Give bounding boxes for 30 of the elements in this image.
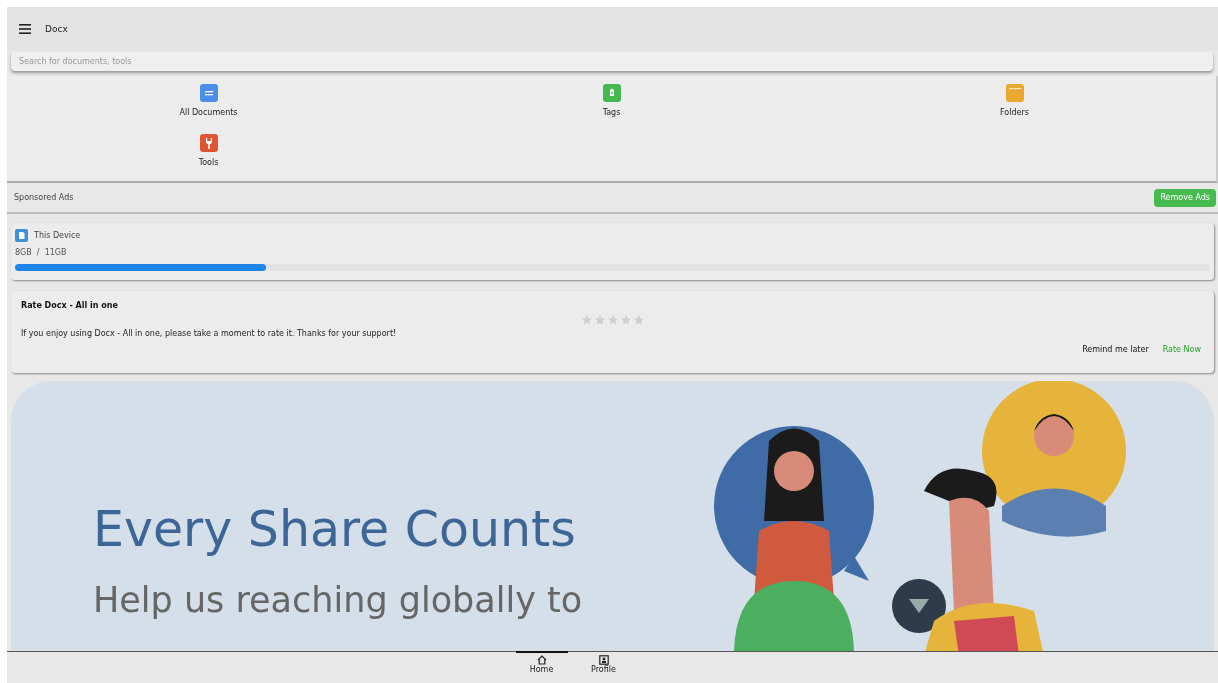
shortcut-item[interactable]: Folders [984, 84, 1045, 134]
ads-label: Sponsored Ads [14, 193, 74, 202]
rating-message: If you enjoy using Docx - All in one, please take a moment to rate it. Thanks for your support! [21, 329, 398, 338]
nav-tab[interactable]: Profile [577, 651, 630, 676]
shortcut-label: All Documents [179, 108, 238, 117]
device-icon [15, 229, 28, 242]
profile-icon [598, 655, 609, 665]
star-icon[interactable] [606, 314, 619, 326]
search-field[interactable]: Search for documents, tools [11, 52, 1213, 71]
shortcut-item[interactable]: Tags [581, 84, 642, 134]
star-icon[interactable] [619, 314, 632, 326]
app-title: Docx [45, 23, 68, 34]
shortcut-item[interactable]: Tools [178, 134, 239, 184]
device-name: This Device [34, 231, 81, 240]
shortcut-label: Folders [1000, 108, 1029, 117]
star-icon[interactable] [580, 314, 593, 326]
shortcut-label: Tags [602, 108, 621, 117]
menu-icon[interactable] [19, 23, 31, 34]
star-icon[interactable] [632, 314, 645, 326]
rating-title: Rate Docx - All in one [21, 301, 119, 310]
storage-card[interactable]: This Device 8GB / 11GB [11, 223, 1214, 280]
shortcut-item[interactable]: All Documents [178, 84, 239, 134]
remind-later-button[interactable]: Remind me later [1079, 343, 1152, 356]
storage-usage: 8GB / 11GB [15, 248, 68, 257]
shortcut-label: Tools [198, 158, 219, 167]
banner-headline: Every Share Counts [93, 501, 577, 558]
star-icon[interactable] [593, 314, 606, 326]
nav-tab[interactable]: Home [515, 651, 568, 676]
banner-subline: Help us reaching globally to [93, 580, 583, 620]
home-icon [536, 655, 547, 665]
